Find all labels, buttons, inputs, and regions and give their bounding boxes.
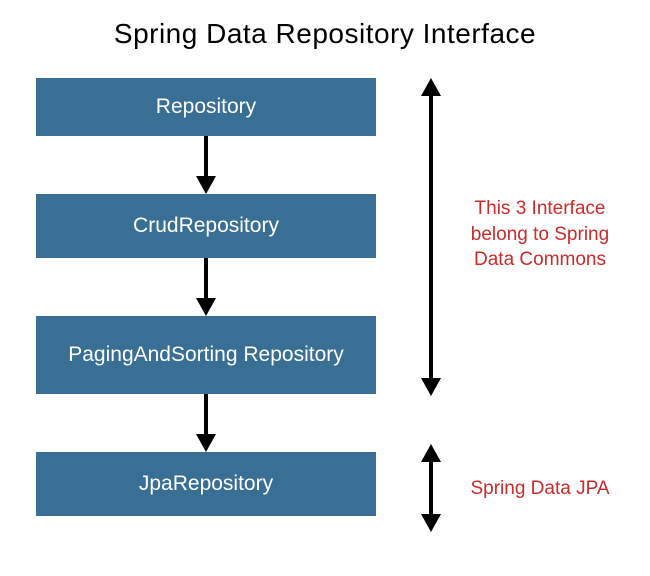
box-label: PagingAndSorting Repository <box>68 342 344 368</box>
box-label: JpaRepository <box>139 471 273 497</box>
hierarchy-column: Repository CrudRepository PagingAndSorti… <box>36 78 376 516</box>
arrow-gap <box>36 136 376 194</box>
box-paging-sorting-repository: PagingAndSorting Repository <box>36 316 376 394</box>
bracket-jpa <box>418 444 444 532</box>
box-repository: Repository <box>36 78 376 136</box>
annotation-text: Spring Data JPA <box>470 478 609 499</box>
double-arrow-icon <box>418 78 444 396</box>
down-arrow-icon <box>194 136 218 194</box>
box-label: Repository <box>156 94 256 120</box>
double-arrow-icon <box>418 444 444 532</box>
down-arrow-icon <box>194 258 218 316</box>
box-crud-repository: CrudRepository <box>36 194 376 258</box>
annotation-commons: This 3 Interface belong to Spring Data C… <box>450 196 630 273</box>
down-arrow-icon <box>194 394 218 452</box>
annotation-text: This 3 Interface belong to Spring Data C… <box>471 198 609 270</box>
box-label: CrudRepository <box>133 213 279 239</box>
box-jpa-repository: JpaRepository <box>36 452 376 516</box>
annotation-jpa: Spring Data JPA <box>450 476 630 502</box>
bracket-commons <box>418 78 444 396</box>
diagram-title: Spring Data Repository Interface <box>0 18 650 50</box>
arrow-gap <box>36 258 376 316</box>
arrow-gap <box>36 394 376 452</box>
